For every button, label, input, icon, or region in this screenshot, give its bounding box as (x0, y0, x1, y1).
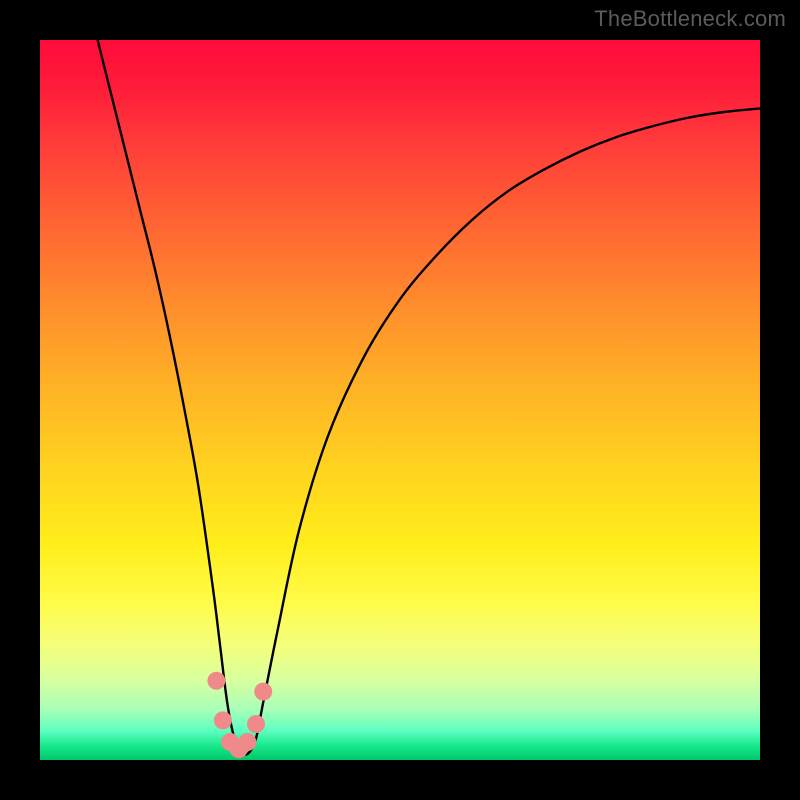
chart-svg (40, 40, 760, 760)
marker-dot (214, 711, 232, 729)
chart-plot-area (40, 40, 760, 760)
bottleneck-curve (98, 40, 760, 755)
curve-group (98, 40, 760, 755)
marker-dot (238, 733, 256, 751)
marker-dot (207, 672, 225, 690)
marker-group (207, 672, 272, 758)
marker-dot (247, 715, 265, 733)
chart-stage: TheBottleneck.com (0, 0, 800, 800)
marker-dot (254, 683, 272, 701)
watermark-text: TheBottleneck.com (594, 6, 786, 32)
